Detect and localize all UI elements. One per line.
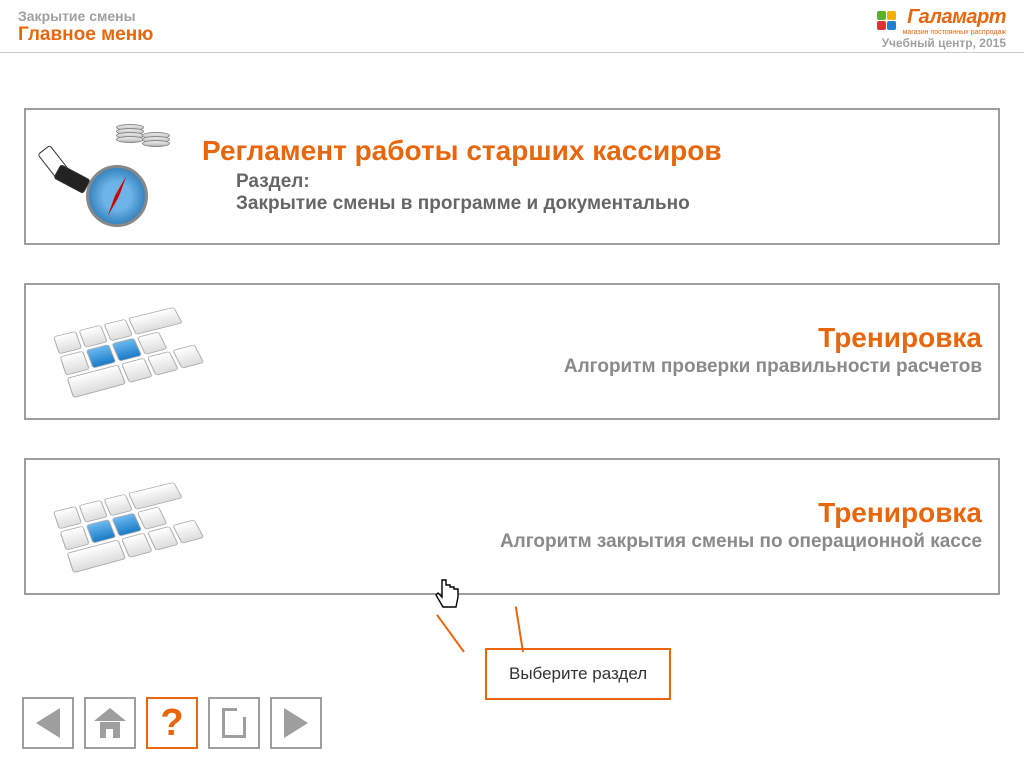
card-subline: Алгоритм проверки правильности расчетов — [202, 356, 982, 378]
keyboard-icon — [42, 472, 182, 577]
hint-callout: Выберите раздел — [485, 648, 671, 700]
card-text: Тренировка Алгоритм закрытия смены по оп… — [202, 497, 982, 553]
card-title: Тренировка — [202, 322, 982, 354]
card-sub-text: Закрытие смены в программе и документаль… — [236, 193, 982, 215]
card-training-1[interactable]: Тренировка Алгоритм проверки правильност… — [24, 283, 1000, 420]
compass-dominoes-icon — [42, 122, 182, 227]
triangle-left-icon — [36, 708, 60, 738]
nav-help-button[interactable]: ? — [146, 697, 198, 749]
triangle-right-icon — [284, 708, 308, 738]
home-icon — [94, 708, 126, 738]
nav-doc-button[interactable] — [208, 697, 260, 749]
header-left: Закрытие смены Главное меню — [18, 6, 153, 46]
footer-text: Учебный центр, 2015 — [875, 36, 1006, 50]
card-sub-label: Раздел: — [236, 171, 982, 193]
nav-home-button[interactable] — [84, 697, 136, 749]
nav-back-button[interactable] — [22, 697, 74, 749]
card-text: Тренировка Алгоритм проверки правильност… — [202, 322, 982, 378]
card-reglament[interactable]: Регламент работы старших кассиров Раздел… — [24, 108, 1000, 245]
keyboard-icon — [42, 297, 182, 402]
nav-toolbar: ? — [22, 697, 322, 749]
brand-tagline: магазин постоянных распродаж — [903, 29, 1006, 36]
header: Закрытие смены Главное меню Галамарт маг… — [0, 0, 1024, 53]
header-right: Галамарт магазин постоянных распродаж Уч… — [875, 6, 1006, 50]
card-training-2[interactable]: Тренировка Алгоритм закрытия смены по оп… — [24, 458, 1000, 595]
nav-forward-button[interactable] — [270, 697, 322, 749]
brand-logo: Галамарт магазин постоянных распродаж — [875, 6, 1006, 36]
card-title: Тренировка — [202, 497, 982, 529]
card-title: Регламент работы старших кассиров — [202, 135, 982, 167]
page-title: Главное меню — [18, 24, 153, 46]
document-icon — [222, 708, 246, 738]
menu-cards: Регламент работы старших кассиров Раздел… — [0, 53, 1024, 595]
cursor-pointer-icon — [432, 575, 464, 615]
hint-text: Выберите раздел — [509, 664, 647, 683]
question-icon: ? — [160, 704, 183, 742]
puzzle-icon — [875, 9, 899, 33]
card-subline: Алгоритм закрытия смены по операционной … — [202, 531, 982, 553]
card-text: Регламент работы старших кассиров Раздел… — [202, 135, 982, 215]
brand-name: Галамарт — [903, 6, 1006, 29]
breadcrumb: Закрытие смены — [18, 8, 153, 24]
